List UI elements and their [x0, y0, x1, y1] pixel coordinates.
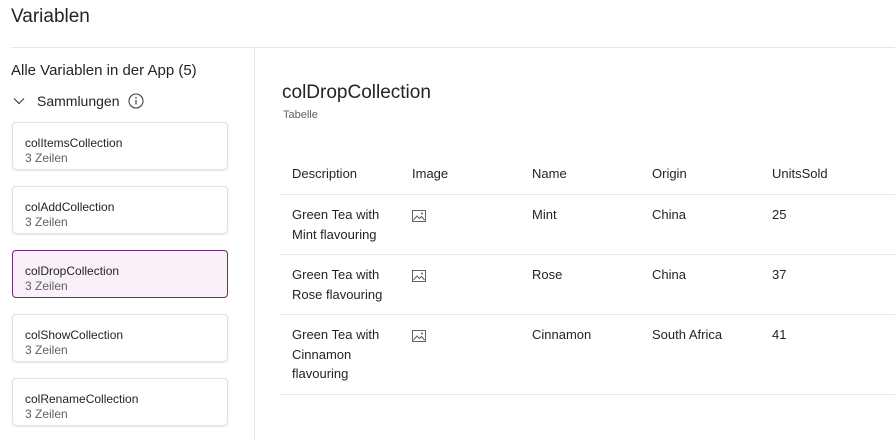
column-header-description: Description	[280, 153, 400, 195]
collections-section-label: Sammlungen	[37, 93, 120, 109]
collection-row-count: 3 Zeilen	[25, 343, 68, 357]
column-header-name: Name	[520, 153, 640, 195]
image-icon	[412, 328, 426, 342]
collection-name: colDropCollection	[25, 264, 120, 278]
column-header-image: Image	[400, 153, 520, 195]
cell-name: Cinnamon	[520, 314, 640, 395]
header-divider	[11, 47, 895, 48]
cell-origin: China	[640, 194, 760, 255]
collection-card-colitemscollection[interactable]: colItemsCollection 3 Zeilen	[12, 122, 228, 170]
table-row: Green Tea with Mint flavouring Mint Chin…	[280, 194, 895, 255]
chevron-down-icon[interactable]	[11, 93, 27, 109]
page-title: Variablen	[11, 6, 90, 27]
cell-image	[400, 194, 520, 255]
collection-row-count: 3 Zeilen	[25, 407, 68, 421]
collection-name: colItemsCollection	[25, 136, 123, 150]
cell-unitssold: 25	[760, 194, 895, 255]
cell-image	[400, 254, 520, 315]
collection-table: Description Image Name Origin UnitsSold …	[280, 153, 895, 395]
collection-name: colShowCollection	[25, 328, 124, 342]
collections-section-header[interactable]: Sammlungen	[11, 91, 144, 111]
panel-divider	[254, 48, 255, 440]
cell-origin: China	[640, 254, 760, 315]
table-header-row: Description Image Name Origin UnitsSold	[280, 153, 895, 195]
column-header-unitssold: UnitsSold	[760, 153, 895, 195]
cell-description: Green Tea with Mint flavouring	[280, 194, 400, 255]
collection-card-colrenamecollection[interactable]: colRenameCollection 3 Zeilen	[12, 378, 228, 426]
collection-name: colAddCollection	[25, 200, 115, 214]
cell-name: Rose	[520, 254, 640, 315]
cell-origin: South Africa	[640, 314, 760, 395]
info-icon[interactable]	[127, 93, 144, 109]
collection-card-coldropcollection[interactable]: colDropCollection 3 Zeilen	[12, 250, 228, 298]
cell-description: Green Tea with Rose flavouring	[280, 254, 400, 315]
cell-name: Mint	[520, 194, 640, 255]
cell-unitssold: 41	[760, 314, 895, 395]
image-icon	[412, 268, 426, 282]
variables-page: Variablen Alle Variablen in der App (5) …	[0, 0, 895, 440]
collection-title: colDropCollection	[282, 82, 431, 103]
collection-row-count: 3 Zeilen	[25, 151, 68, 165]
collection-type: Tabelle	[283, 109, 318, 121]
cell-description: Green Tea with Cinnamon flavouring	[280, 314, 400, 395]
cell-unitssold: 37	[760, 254, 895, 315]
image-icon	[412, 208, 426, 222]
collection-name: colRenameCollection	[25, 392, 139, 406]
collection-card-colshowcollection[interactable]: colShowCollection 3 Zeilen	[12, 314, 228, 362]
collection-row-count: 3 Zeilen	[25, 279, 68, 293]
column-header-origin: Origin	[640, 153, 760, 195]
table-row: Green Tea with Cinnamon flavouring Cinna…	[280, 314, 895, 395]
cell-image	[400, 314, 520, 395]
all-variables-heading: Alle Variablen in der App (5)	[11, 62, 197, 79]
collection-row-count: 3 Zeilen	[25, 215, 68, 229]
collection-card-coladdcollection[interactable]: colAddCollection 3 Zeilen	[12, 186, 228, 234]
table-row: Green Tea with Rose flavouring Rose Chin…	[280, 254, 895, 315]
